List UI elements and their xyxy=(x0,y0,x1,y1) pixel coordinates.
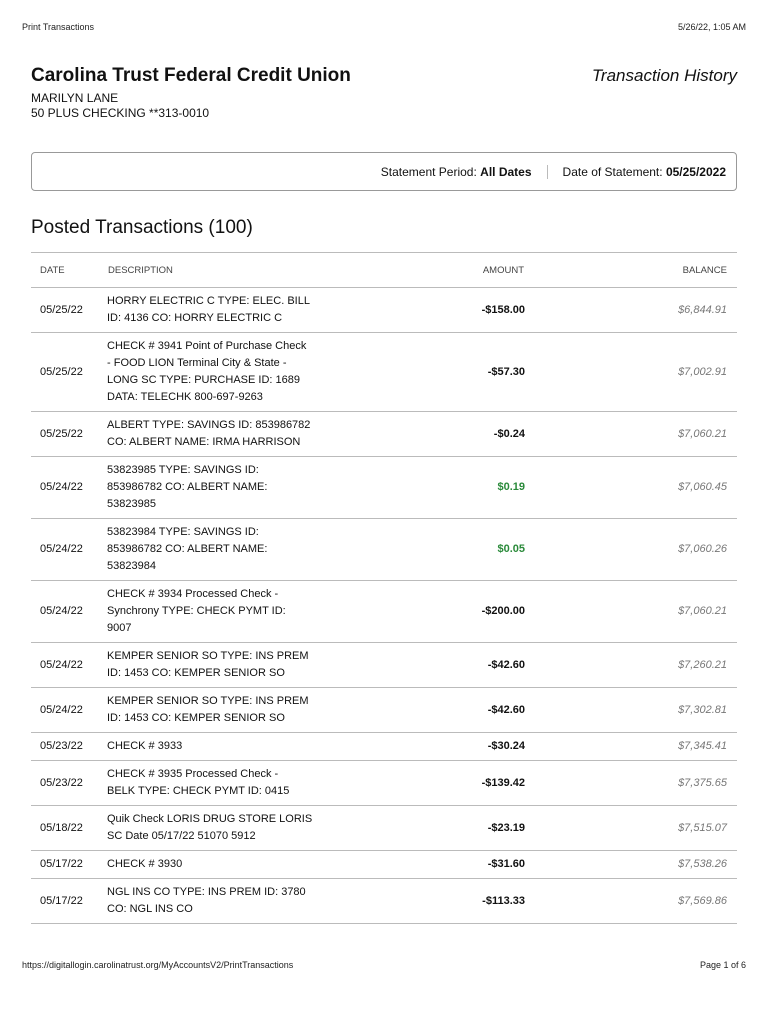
table-row: 05/24/22 53823985 TYPE: SAVINGS ID: 85398… xyxy=(31,456,737,519)
transaction-balance: $6,844.91 xyxy=(525,287,737,333)
transaction-balance: $7,002.91 xyxy=(525,332,737,412)
table-row: 05/25/22 CHECK # 3941 Point of Purchase C… xyxy=(31,332,737,412)
transaction-amount: -$200.00 xyxy=(359,580,525,643)
col-description: DESCRIPTION xyxy=(107,252,359,288)
transaction-balance: $7,060.45 xyxy=(525,456,737,519)
transaction-amount: -$113.33 xyxy=(359,878,525,924)
table-row: 05/17/22 NGL INS CO TYPE: INS PREM ID: 37… xyxy=(31,878,737,924)
transaction-description: NGL INS CO TYPE: INS PREM ID: 3780 CO: N… xyxy=(107,878,359,924)
table-header: DATE DESCRIPTION AMOUNT BALANCE xyxy=(31,252,737,288)
print-title: Print Transactions xyxy=(22,22,95,32)
transaction-amount: $0.05 xyxy=(359,518,525,581)
table-row: 05/25/22 HORRY ELECTRIC C TYPE: ELEC. BIL… xyxy=(31,287,737,333)
transactions-table: DATE DESCRIPTION AMOUNT BALANCE 05/25/22… xyxy=(31,252,737,924)
transaction-amount: -$31.60 xyxy=(359,850,525,879)
transaction-date: 05/25/22 xyxy=(31,332,107,412)
transaction-amount: -$0.24 xyxy=(359,411,525,457)
table-row: 05/24/22 53823984 TYPE: SAVINGS ID: 85398… xyxy=(31,518,737,581)
account-name: 50 PLUS CHECKING **313-0010 xyxy=(31,106,210,120)
statement-period-value: All Dates xyxy=(480,164,532,179)
transaction-description: 53823984 TYPE: SAVINGS ID: 853986782 CO:… xyxy=(107,518,359,581)
transaction-description: CHECK # 3933 xyxy=(107,732,359,761)
transaction-description: CHECK # 3935 Processed Check - BELK TYPE… xyxy=(107,760,359,806)
transaction-description: 53823985 TYPE: SAVINGS ID: 853986782 CO:… xyxy=(107,456,359,519)
page-number: Page 1 of 6 xyxy=(699,960,746,970)
transaction-amount: $0.19 xyxy=(359,456,525,519)
transaction-description: HORRY ELECTRIC C TYPE: ELEC. BILL ID: 41… xyxy=(107,287,359,333)
transaction-balance: $7,060.26 xyxy=(525,518,737,581)
transaction-description: CHECK # 3930 xyxy=(107,850,359,879)
page-url: https://digitallogin.carolinatrust.org/M… xyxy=(22,960,294,970)
transaction-date: 05/24/22 xyxy=(31,687,107,733)
bank-name: Carolina Trust Federal Credit Union xyxy=(31,65,351,86)
transaction-amount: -$158.00 xyxy=(359,287,525,333)
transaction-date: 05/25/22 xyxy=(31,411,107,457)
transaction-balance: $7,345.41 xyxy=(525,732,737,761)
transaction-amount: -$42.60 xyxy=(359,687,525,733)
statement-summary: Statement Period: All Dates Date of Stat… xyxy=(31,152,737,191)
transaction-date: 05/24/22 xyxy=(31,456,107,519)
transaction-description: CHECK # 3934 Processed Check - Synchrony… xyxy=(107,580,359,643)
statement-date: Date of Statement: 05/25/2022 xyxy=(563,165,726,179)
table-row: 05/17/22 CHECK # 3930 -$31.60 $7,538.26 xyxy=(31,850,737,879)
transaction-description: CHECK # 3941 Point of Purchase Check - F… xyxy=(107,332,359,412)
table-row: 05/24/22 KEMPER SENIOR SO TYPE: INS PREM … xyxy=(31,642,737,688)
statement-date-value: 05/25/2022 xyxy=(665,164,726,179)
transaction-description: ALBERT TYPE: SAVINGS ID: 853986782 CO: A… xyxy=(107,411,359,457)
transaction-balance: $7,260.21 xyxy=(525,642,737,688)
transaction-balance: $7,515.07 xyxy=(525,805,737,851)
table-row: 05/23/22 CHECK # 3935 Processed Check - B… xyxy=(31,760,737,806)
transaction-date: 05/24/22 xyxy=(31,642,107,688)
transaction-description: KEMPER SENIOR SO TYPE: INS PREM ID: 1453… xyxy=(107,687,359,733)
transaction-description: KEMPER SENIOR SO TYPE: INS PREM ID: 1453… xyxy=(107,642,359,688)
table-row: 05/24/22 CHECK # 3934 Processed Check - S… xyxy=(31,580,737,643)
table-row: 05/24/22 KEMPER SENIOR SO TYPE: INS PREM … xyxy=(31,687,737,733)
transaction-balance: $7,569.86 xyxy=(525,878,737,924)
table-row: 05/18/22 Quik Check LORIS DRUG STORE LORI… xyxy=(31,805,737,851)
transaction-balance: $7,538.26 xyxy=(525,850,737,879)
transaction-date: 05/18/22 xyxy=(31,805,107,851)
transaction-amount: -$42.60 xyxy=(359,642,525,688)
statement-period-label: Statement Period: xyxy=(380,164,477,179)
table-row: 05/25/22 ALBERT TYPE: SAVINGS ID: 8539867… xyxy=(31,411,737,457)
transaction-amount: -$57.30 xyxy=(359,332,525,412)
transaction-date: 05/24/22 xyxy=(31,580,107,643)
account-info: MARILYN LANE 50 PLUS CHECKING **313-0010 xyxy=(31,91,209,121)
statement-period: Statement Period: All Dates xyxy=(381,165,532,179)
statement-date-label: Date of Statement: xyxy=(562,164,663,179)
col-date: DATE xyxy=(31,252,107,288)
document-title: Transaction History xyxy=(591,66,737,85)
transaction-balance: $7,302.81 xyxy=(525,687,737,733)
transaction-date: 05/17/22 xyxy=(31,878,107,924)
transaction-date: 05/25/22 xyxy=(31,287,107,333)
col-balance: BALANCE xyxy=(525,252,737,288)
transaction-description: Quik Check LORIS DRUG STORE LORIS SC Dat… xyxy=(107,805,359,851)
transaction-balance: $7,060.21 xyxy=(525,580,737,643)
col-amount: AMOUNT xyxy=(359,252,525,288)
transaction-amount: -$23.19 xyxy=(359,805,525,851)
print-datetime: 5/26/22, 1:05 AM xyxy=(677,22,746,32)
transaction-balance: $7,060.21 xyxy=(525,411,737,457)
transaction-date: 05/24/22 xyxy=(31,518,107,581)
transaction-date: 05/17/22 xyxy=(31,850,107,879)
divider xyxy=(546,164,548,179)
transaction-date: 05/23/22 xyxy=(31,760,107,806)
section-title: Posted Transactions (100) xyxy=(31,217,253,238)
member-name: MARILYN LANE xyxy=(31,91,119,105)
transaction-amount: -$30.24 xyxy=(359,732,525,761)
table-row: 05/23/22 CHECK # 3933 -$30.24 $7,345.41 xyxy=(31,732,737,761)
transaction-balance: $7,375.65 xyxy=(525,760,737,806)
transaction-date: 05/23/22 xyxy=(31,732,107,761)
transaction-amount: -$139.42 xyxy=(359,760,525,806)
